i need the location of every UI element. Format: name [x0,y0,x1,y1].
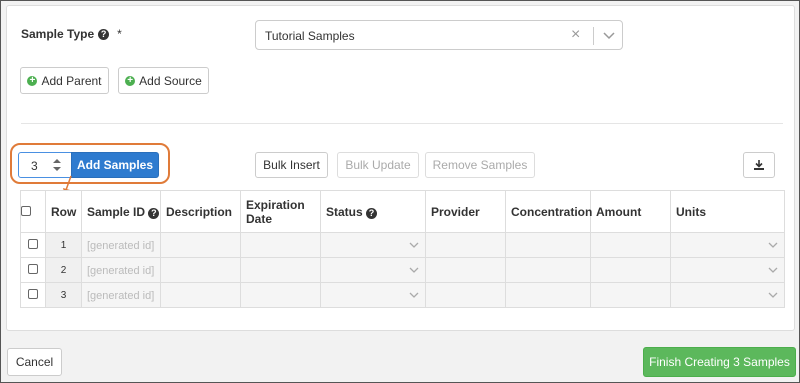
description-cell[interactable] [160,232,241,258]
bulk-insert-label: Bulk Insert [263,158,320,172]
column-header-description: Description [160,190,241,233]
table-row: 3 [generated id] [20,282,785,308]
question-circle-icon[interactable]: ? [148,207,160,219]
row-checkbox[interactable] [28,264,38,274]
bulk-update-button[interactable]: Bulk Update [337,152,419,178]
row-select-cell [20,232,46,258]
row-select-cell [20,257,46,283]
bulk-insert-button[interactable]: Bulk Insert [255,152,328,178]
select-separator [593,27,594,45]
provider-cell[interactable] [425,257,506,283]
column-header-units: Units [670,190,785,233]
download-icon [754,160,764,170]
amount-cell[interactable] [590,257,671,283]
expiration-date-cell[interactable] [240,232,321,258]
column-header-row: Row [45,190,82,233]
row-number: 3 [45,282,82,308]
remove-samples-button[interactable]: Remove Samples [425,152,535,178]
units-cell[interactable] [670,232,785,258]
status-cell[interactable] [320,257,426,283]
sample-id-placeholder: [generated id] [87,240,155,252]
provider-cell[interactable] [425,282,506,308]
quantity-value: 3 [31,159,38,173]
row-select-cell [20,282,46,308]
chevron-down-icon[interactable] [409,266,419,274]
question-circle-icon[interactable]: ? [98,28,110,40]
chevron-down-icon[interactable] [601,29,617,43]
status-cell[interactable] [320,282,426,308]
clear-icon[interactable]: × [571,26,580,44]
column-header-concentration: Concentration [505,190,592,233]
chevron-down-icon[interactable] [768,266,778,274]
column-header-status-text: Status [326,204,363,219]
sample-type-label-text: Sample Type [21,27,95,41]
concentration-cell[interactable] [505,282,591,308]
expiration-date-cell[interactable] [240,282,321,308]
units-cell[interactable] [670,257,785,283]
cancel-label: Cancel [15,355,54,369]
select-all-cell [20,190,46,233]
column-header-status: Status ? [320,190,426,233]
row-number: 2 [45,257,82,283]
amount-cell[interactable] [590,232,671,258]
download-button[interactable] [743,152,775,178]
sample-type-label: Sample Type ? * [21,27,122,41]
sample-id-cell[interactable]: [generated id] [81,232,161,258]
sample-type-select[interactable]: Tutorial Samples × [255,20,623,50]
column-header-expiration-date: Expiration Date [240,190,321,233]
grid-header-row: Row Sample ID ? Description Expiration D… [20,190,785,233]
chevron-down-icon[interactable] [409,291,419,299]
add-parent-label: Add Parent [41,73,102,88]
row-number: 1 [45,232,82,258]
status-cell[interactable] [320,232,426,258]
concentration-cell[interactable] [505,257,591,283]
question-circle-icon[interactable]: ? [366,207,378,219]
required-marker: * [117,27,122,41]
finish-creating-button[interactable]: Finish Creating 3 Samples [643,347,796,377]
row-checkbox[interactable] [28,239,38,249]
sample-id-cell[interactable]: [generated id] [81,282,161,308]
sample-type-select-value: Tutorial Samples [265,29,355,43]
section-divider [21,123,783,124]
expiration-date-cell[interactable] [240,257,321,283]
add-source-label: Add Source [139,73,202,88]
sample-id-placeholder: [generated id] [87,290,155,302]
remove-samples-label: Remove Samples [432,158,528,172]
table-row: 1 [generated id] [20,232,785,258]
table-row: 2 [generated id] [20,257,785,283]
spinner-icon[interactable] [52,158,62,172]
add-samples-button[interactable]: Add Samples [71,152,159,178]
page-frame: Sample Type ? * Tutorial Samples × + Add… [0,0,800,383]
select-all-checkbox[interactable] [21,205,31,216]
column-header-amount: Amount [590,190,671,233]
amount-cell[interactable] [590,282,671,308]
units-cell[interactable] [670,282,785,308]
chevron-down-icon[interactable] [768,291,778,299]
chevron-down-icon[interactable] [409,241,419,249]
description-cell[interactable] [160,257,241,283]
sample-id-placeholder: [generated id] [87,265,155,277]
add-source-button[interactable]: + Add Source [118,67,209,94]
cancel-button[interactable]: Cancel [7,348,62,376]
sample-creation-panel: Sample Type ? * Tutorial Samples × + Add… [6,5,795,331]
samples-grid: Row Sample ID ? Description Expiration D… [20,190,785,308]
description-cell[interactable] [160,282,241,308]
plus-circle-icon: + [27,75,38,86]
add-parent-button[interactable]: + Add Parent [20,67,109,94]
column-header-sample-id-text: Sample ID [87,204,146,219]
provider-cell[interactable] [425,232,506,258]
plus-circle-icon: + [125,75,136,86]
column-header-sample-id: Sample ID ? [81,190,161,233]
bulk-update-label: Bulk Update [345,158,411,172]
column-header-provider: Provider [425,190,506,233]
row-checkbox[interactable] [28,289,38,299]
sample-id-cell[interactable]: [generated id] [81,257,161,283]
concentration-cell[interactable] [505,232,591,258]
chevron-down-icon[interactable] [768,241,778,249]
